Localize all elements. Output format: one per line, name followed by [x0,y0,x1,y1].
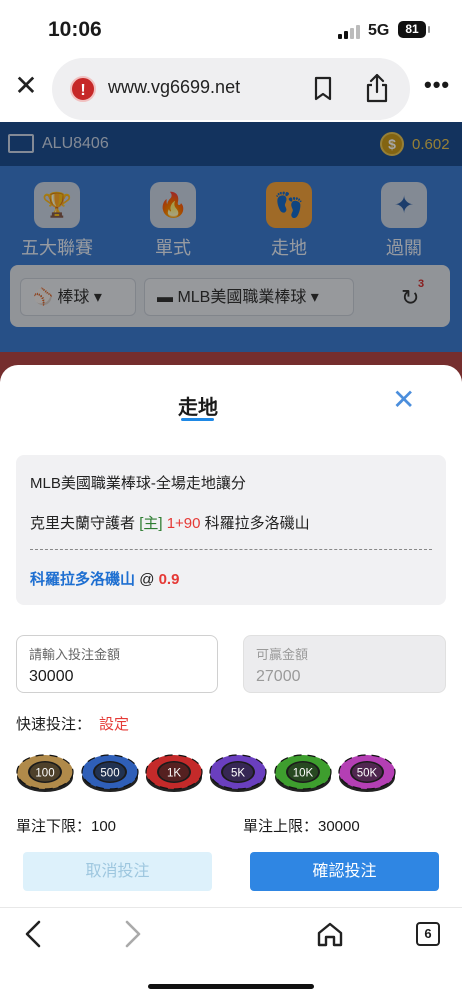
browser-bottom-bar: 6 [0,907,462,1000]
bet-detail-card: MLB美國職業棒球-全場走地讓分 克里夫蘭守護者 [主] 1+90 科羅拉多洛磯… [16,455,446,605]
quick-bet-row: 快速投注： 設定 [16,713,129,734]
url-text[interactable]: www.vg6699.net [108,77,240,98]
title-underline [181,418,214,421]
chip-100[interactable]: 100 [16,751,74,795]
min-limit: 單注下限：100 [16,818,117,835]
sheet-title: 走地 [178,397,218,419]
bookmark-icon[interactable] [312,76,334,102]
cancel-bet-button[interactable]: 取消投注 [23,852,212,891]
pick-team: 科羅拉多洛磯山 [30,571,136,588]
bet-sheet: 走地 ✕ MLB美國職業棒球-全場走地讓分 克里夫蘭守護者 [主] 1+90 科… [0,365,462,1000]
league-line: MLB美國職業棒球-全場走地讓分 [30,475,246,492]
pick-line: 科羅拉多洛磯山 @ 0.9 [30,568,179,589]
status-time: 10:06 [48,18,102,41]
chip-500[interactable]: 500 [81,751,139,795]
pick-at: @ [139,571,155,588]
chip-label: 5K [231,768,245,780]
tabs-icon[interactable]: 6 [416,922,440,946]
status-bar: 10:06 5G 81 [0,0,462,56]
chip-50k[interactable]: 50K [338,751,396,795]
bet-amount-field[interactable]: 請輸入投注金額 30000 [16,635,218,693]
handicap: 1+90 [166,515,201,532]
bet-amount-value[interactable]: 30000 [29,668,205,686]
close-icon[interactable]: ✕ [12,72,40,100]
chip-label: 1K [167,768,181,780]
chip-label: 500 [100,768,119,780]
back-icon[interactable] [22,918,46,950]
browser-toolbar: ✕ ! www.vg6699.net ••• [0,56,462,122]
quick-bet-label: 快速投注： [16,716,92,733]
chip-label: 50K [357,768,378,780]
match-line: 克里夫蘭守護者 [主] 1+90 科羅拉多洛磯山 [30,512,310,533]
chip-icon: 500 [81,754,139,792]
win-amount-value: 27000 [256,668,301,685]
home-tag: [主] [139,515,163,532]
chip-icon: 100 [16,754,74,792]
signal-icon [338,25,360,39]
chip-icon: 5K [209,754,267,792]
chip-label: 10K [293,768,314,780]
share-icon[interactable] [364,72,390,104]
chip-10k[interactable]: 10K [274,751,332,795]
win-amount-field: 可贏金額 27000 [243,635,446,693]
pick-odds: 0.9 [158,571,180,588]
chip-icon: 50K [338,754,396,792]
divider [30,549,432,550]
chip-label: 100 [35,768,54,780]
close-sheet-icon[interactable]: ✕ [392,385,415,415]
forward-icon[interactable] [120,918,144,950]
home-team: 克里夫蘭守護者 [30,515,136,532]
chip-icon: 1K [145,754,203,792]
quick-bet-settings-link[interactable]: 設定 [99,716,129,733]
home-icon[interactable] [316,920,344,948]
chip-1k[interactable]: 1K [145,751,203,795]
chip-icon: 10K [274,754,332,792]
home-indicator [148,984,314,989]
chip-5k[interactable]: 5K [209,751,267,795]
win-amount-placeholder: 可贏金額 [256,647,309,662]
confirm-bet-button[interactable]: 確認投注 [250,852,439,891]
max-limit: 單注上限：30000 [243,818,360,835]
more-icon[interactable]: ••• [424,72,450,98]
bet-amount-placeholder: 請輸入投注金額 [29,647,121,662]
battery-icon: 81 [398,21,430,38]
away-team: 科羅拉多洛磯山 [204,515,310,532]
network-type: 5G [368,22,390,39]
security-warning-icon[interactable]: ! [70,76,96,102]
